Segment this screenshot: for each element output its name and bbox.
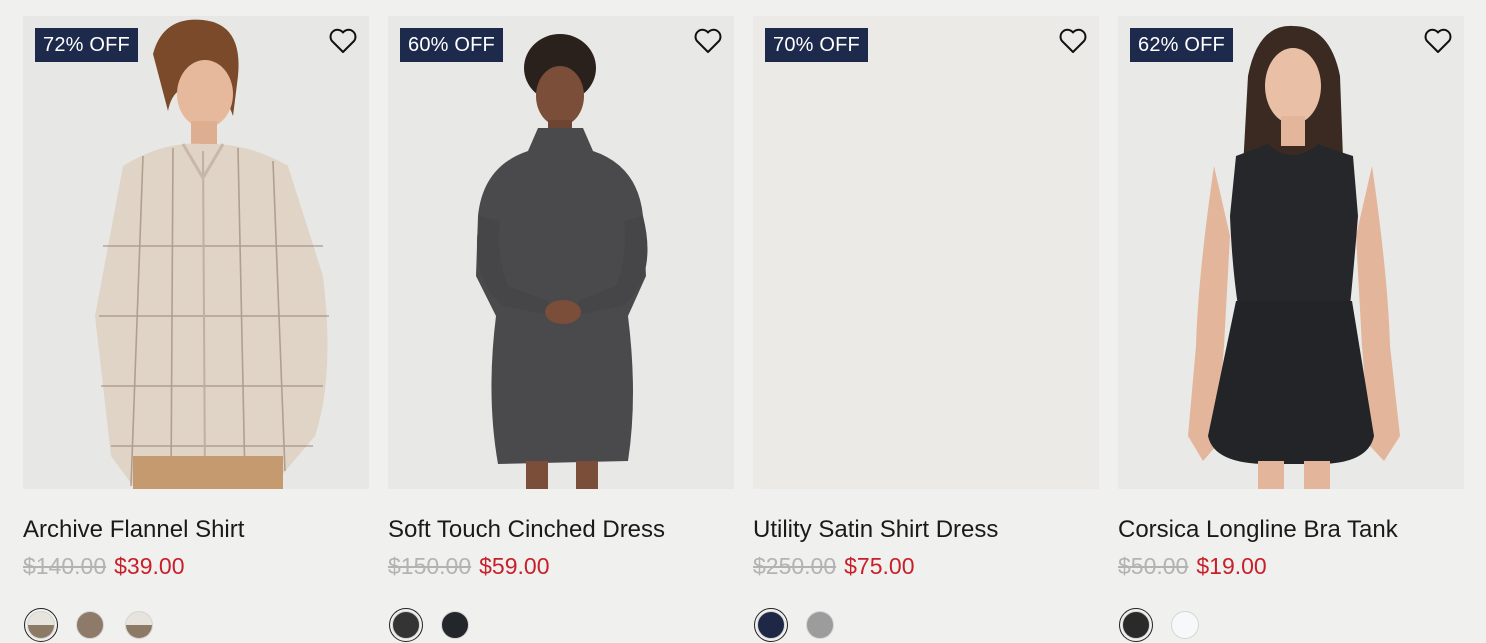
swatch-color — [757, 611, 785, 639]
color-swatch[interactable] — [754, 608, 788, 642]
swatch-color — [1122, 611, 1150, 639]
swatch-color — [76, 611, 104, 639]
color-swatches — [1118, 608, 1464, 642]
color-swatch[interactable] — [1119, 608, 1153, 642]
product-card[interactable]: 72% OFF Archive Flannel Shirt $140.00 $39… — [23, 16, 369, 642]
original-price: $150.00 — [388, 553, 472, 579]
swatch-color — [27, 611, 55, 639]
sale-price: $59.00 — [479, 553, 550, 579]
original-price: $140.00 — [23, 553, 107, 579]
product-image[interactable]: 60% OFF — [388, 16, 734, 489]
color-swatch[interactable] — [803, 608, 837, 642]
product-card[interactable]: 60% OFF Soft Touch Cinched Dress $150.00… — [388, 16, 734, 642]
sale-price: $39.00 — [114, 553, 185, 579]
product-name[interactable]: Corsica Longline Bra Tank — [1118, 516, 1464, 544]
product-card[interactable]: 62% OFF Corsica Longline Bra Tank $50.00… — [1118, 16, 1464, 642]
swatch-color — [806, 611, 834, 639]
color-swatch[interactable] — [389, 608, 423, 642]
discount-badge: 60% OFF — [400, 28, 503, 62]
wishlist-heart-icon[interactable] — [1059, 28, 1087, 54]
sale-price: $75.00 — [844, 553, 915, 579]
color-swatch[interactable] — [1168, 608, 1202, 642]
product-price: $50.00 $19.00 — [1118, 552, 1464, 580]
wishlist-heart-icon[interactable] — [1424, 28, 1452, 54]
color-swatches — [23, 608, 369, 642]
sale-price: $19.00 — [1196, 553, 1267, 579]
product-price: $140.00 $39.00 — [23, 552, 369, 580]
product-grid: 72% OFF Archive Flannel Shirt $140.00 $39… — [23, 16, 1464, 642]
product-price: $150.00 $59.00 — [388, 552, 734, 580]
color-swatch[interactable] — [438, 608, 472, 642]
swatch-color — [1171, 611, 1199, 639]
product-name[interactable]: Archive Flannel Shirt — [23, 516, 369, 544]
color-swatch[interactable] — [122, 608, 156, 642]
product-photo — [1118, 16, 1464, 489]
product-photo — [388, 16, 734, 489]
swatch-color — [441, 611, 469, 639]
discount-badge: 62% OFF — [1130, 28, 1233, 62]
product-price: $250.00 $75.00 — [753, 552, 1099, 580]
wishlist-heart-icon[interactable] — [329, 28, 357, 54]
product-image[interactable]: 70% OFF — [753, 16, 1099, 489]
color-swatches — [388, 608, 734, 642]
wishlist-heart-icon[interactable] — [694, 28, 722, 54]
swatch-color — [392, 611, 420, 639]
product-card[interactable]: 70% OFF Utility Satin Shirt Dress $250.0… — [753, 16, 1099, 642]
original-price: $250.00 — [753, 553, 837, 579]
discount-badge: 72% OFF — [35, 28, 138, 62]
discount-badge: 70% OFF — [765, 28, 868, 62]
product-image[interactable]: 72% OFF — [23, 16, 369, 489]
original-price: $50.00 — [1118, 553, 1189, 579]
color-swatch[interactable] — [73, 608, 107, 642]
color-swatch[interactable] — [24, 608, 58, 642]
product-photo — [23, 16, 369, 489]
product-name[interactable]: Soft Touch Cinched Dress — [388, 516, 734, 544]
swatch-color — [125, 611, 153, 639]
product-image[interactable]: 62% OFF — [1118, 16, 1464, 489]
product-name[interactable]: Utility Satin Shirt Dress — [753, 516, 1099, 544]
color-swatches — [753, 608, 1099, 642]
